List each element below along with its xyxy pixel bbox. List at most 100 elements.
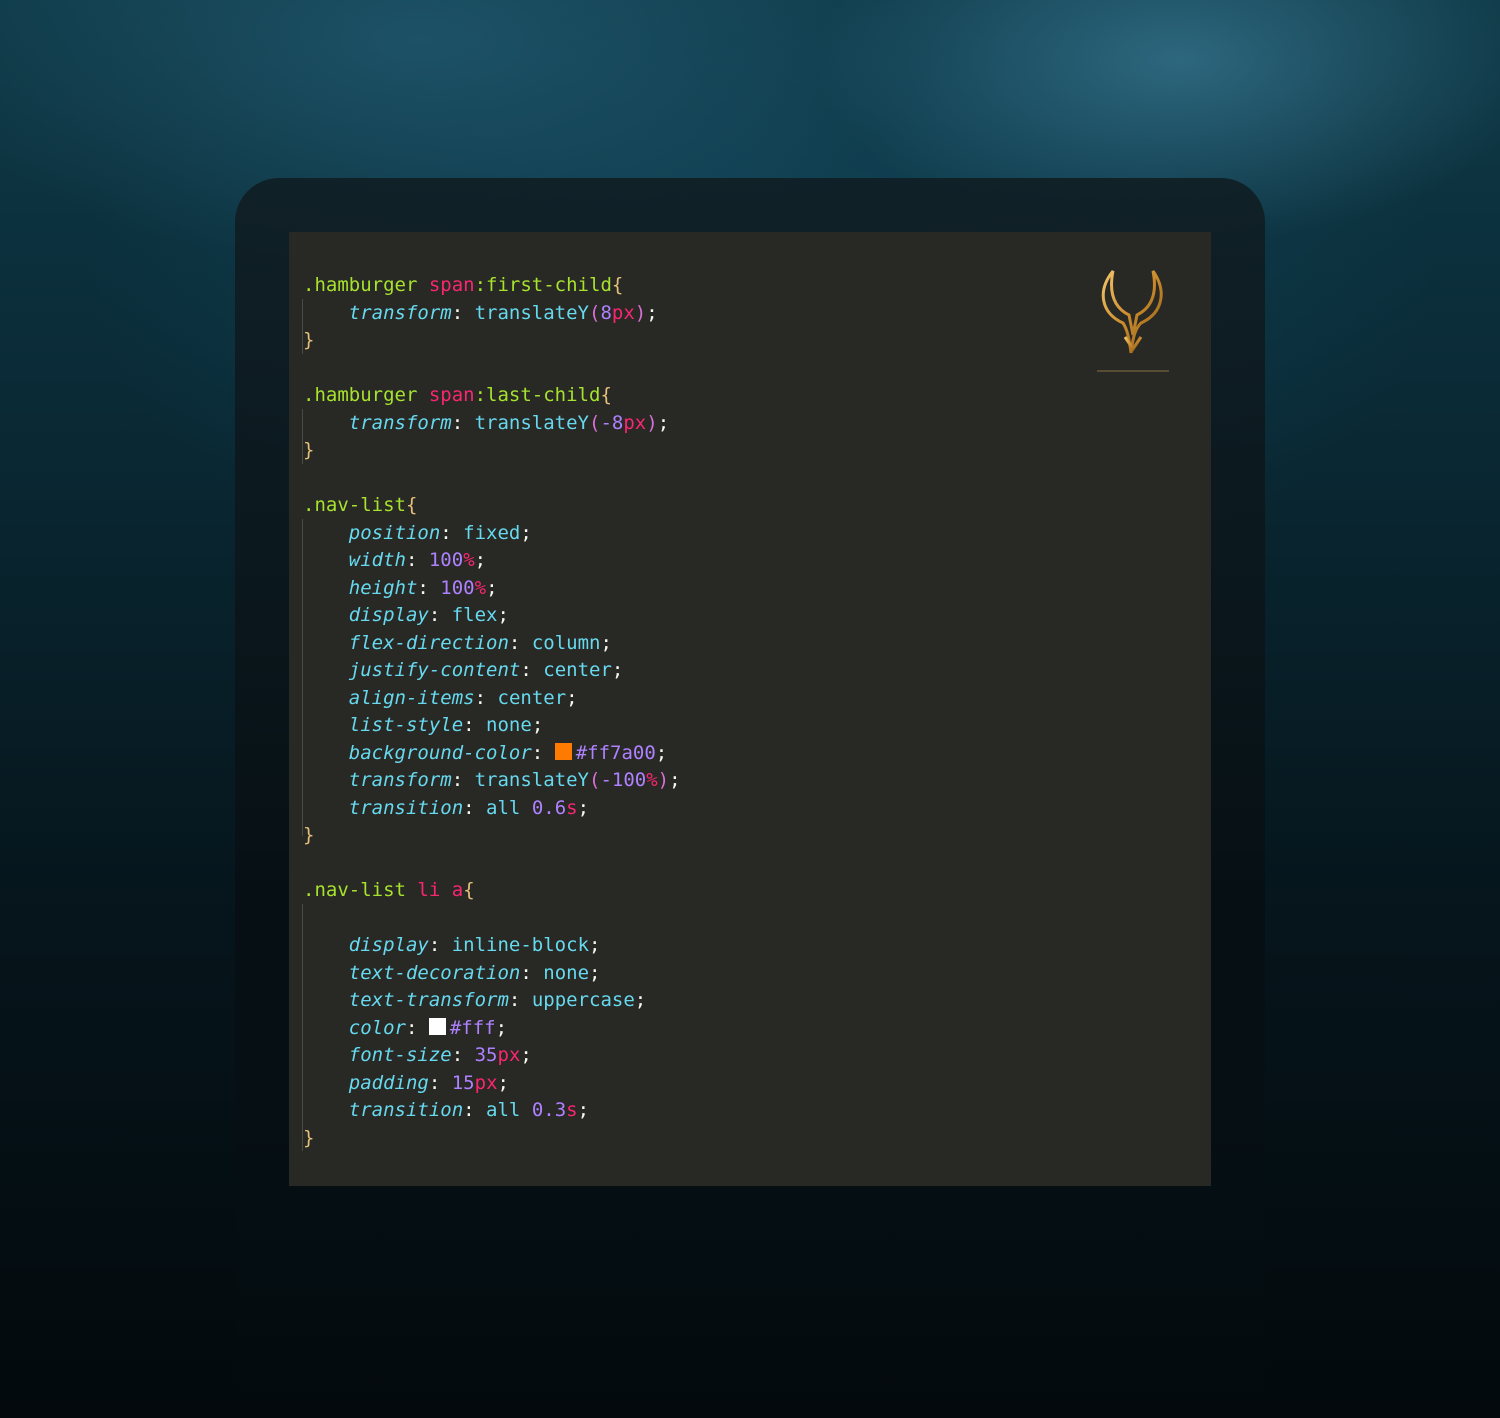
code-line: height: 100%;	[348, 576, 498, 599]
css-property: text-decoration	[348, 961, 521, 984]
css-selector: .nav-list	[303, 879, 406, 901]
css-number: 15	[451, 1071, 475, 1094]
paren: (	[589, 411, 601, 434]
close-brace: }	[303, 824, 315, 846]
css-property: width	[348, 549, 406, 571]
code-line: }	[303, 822, 1211, 850]
code-block: .hamburger span:first-child{ transform: …	[303, 272, 1211, 1152]
code-line: .hamburger span:last-child{	[303, 382, 1211, 410]
css-number: -100	[600, 769, 647, 791]
css-unit: %	[646, 769, 658, 791]
code-line: .nav-list{	[303, 492, 1211, 520]
css-tag: li	[417, 879, 441, 901]
css-number: -8	[600, 411, 624, 434]
open-brace: {	[463, 879, 475, 901]
css-property: font-size	[348, 1044, 452, 1066]
code-line: transform: translateY(-8px);	[348, 411, 670, 434]
semicolon: ;	[646, 301, 658, 324]
css-value: center	[543, 659, 612, 681]
css-property: transition	[348, 796, 464, 819]
css-value: uppercase	[531, 989, 635, 1011]
css-tag: span	[428, 384, 475, 406]
css-property: position	[348, 521, 441, 544]
css-function: translateY	[474, 411, 589, 434]
css-selector: .hamburger	[303, 384, 418, 406]
code-line: text-transform: uppercase;	[348, 989, 647, 1011]
css-pseudo: :last-child	[474, 384, 601, 406]
css-property: padding	[348, 1071, 429, 1094]
css-selector: .nav-list	[303, 494, 406, 516]
paren: (	[589, 301, 601, 324]
css-number: 0.6	[531, 796, 567, 819]
close-brace: }	[303, 329, 315, 351]
color-swatch-orange[interactable]	[554, 742, 572, 760]
css-tag: a	[451, 879, 464, 901]
css-number: 8	[600, 301, 612, 324]
css-selector: .hamburger	[303, 274, 418, 296]
css-unit: px	[474, 1071, 498, 1094]
css-color-value: #fff	[449, 1016, 496, 1039]
css-number: 0.3	[531, 1099, 567, 1121]
css-tag: span	[428, 274, 475, 296]
css-unit: s	[566, 796, 578, 819]
css-unit: px	[497, 1044, 521, 1066]
css-unit: %	[474, 576, 487, 599]
css-unit: px	[611, 301, 635, 324]
css-number: 100	[428, 549, 464, 571]
code-line: width: 100%;	[348, 549, 487, 571]
css-property: display	[348, 604, 429, 626]
code-line: color: #fff;	[348, 1016, 508, 1039]
css-property: transform	[348, 411, 452, 434]
code-line: .nav-list li a{	[303, 877, 1211, 905]
code-line: display: flex;	[348, 604, 509, 626]
code-line: display: inline-block;	[348, 934, 601, 956]
css-unit: px	[623, 411, 647, 434]
code-line: flex-direction: column;	[348, 631, 612, 654]
css-property: text-transform	[348, 989, 509, 1011]
css-property: transform	[348, 769, 452, 791]
css-value: inline-block	[451, 934, 590, 956]
css-value: none	[543, 961, 590, 984]
code-line: background-color: #ff7a00;	[348, 741, 668, 764]
css-value: all	[486, 1099, 521, 1121]
css-property: background-color	[348, 741, 532, 764]
paren: )	[634, 301, 647, 324]
open-brace: {	[611, 274, 624, 296]
code-line: }	[303, 327, 1211, 355]
code-line: padding: 15px;	[348, 1071, 509, 1094]
code-line: align-items: center;	[348, 686, 578, 709]
css-function: translateY	[474, 301, 589, 324]
css-number: 35	[474, 1044, 498, 1066]
css-value: all	[486, 796, 521, 819]
css-property: transform	[348, 301, 452, 324]
css-value: center	[497, 686, 567, 709]
css-property: display	[348, 934, 429, 956]
code-editor: .hamburger span:first-child{ transform: …	[289, 232, 1211, 1186]
close-brace: }	[303, 1126, 315, 1149]
code-line: transition: all 0.3s;	[348, 1099, 590, 1121]
css-pseudo: :first-child	[474, 274, 612, 296]
code-line: justify-content: center;	[348, 659, 624, 681]
bull-horns-logo-icon	[1097, 270, 1169, 372]
css-unit: s	[566, 1099, 578, 1121]
css-value: flex	[451, 604, 498, 626]
paren: )	[657, 769, 670, 791]
css-function: translateY	[474, 769, 589, 791]
css-value: fixed	[463, 521, 521, 544]
paren: (	[589, 769, 601, 791]
code-line: transform: translateY(-100%);	[348, 769, 681, 791]
css-property: justify-content	[348, 659, 521, 681]
css-value: column	[531, 631, 601, 654]
code-line: text-decoration: none;	[348, 961, 601, 984]
color-swatch-white[interactable]	[428, 1017, 446, 1035]
code-line: font-size: 35px;	[348, 1044, 532, 1066]
open-brace: {	[600, 384, 612, 406]
css-number: 100	[440, 576, 475, 599]
code-line: }	[303, 437, 1211, 465]
css-unit: %	[463, 549, 475, 571]
code-line: position: fixed;	[348, 521, 532, 544]
code-line: .hamburger span:first-child{	[303, 272, 1211, 300]
css-property: align-items	[348, 686, 475, 709]
css-property: list-style	[348, 714, 464, 736]
css-property: color	[348, 1016, 406, 1039]
